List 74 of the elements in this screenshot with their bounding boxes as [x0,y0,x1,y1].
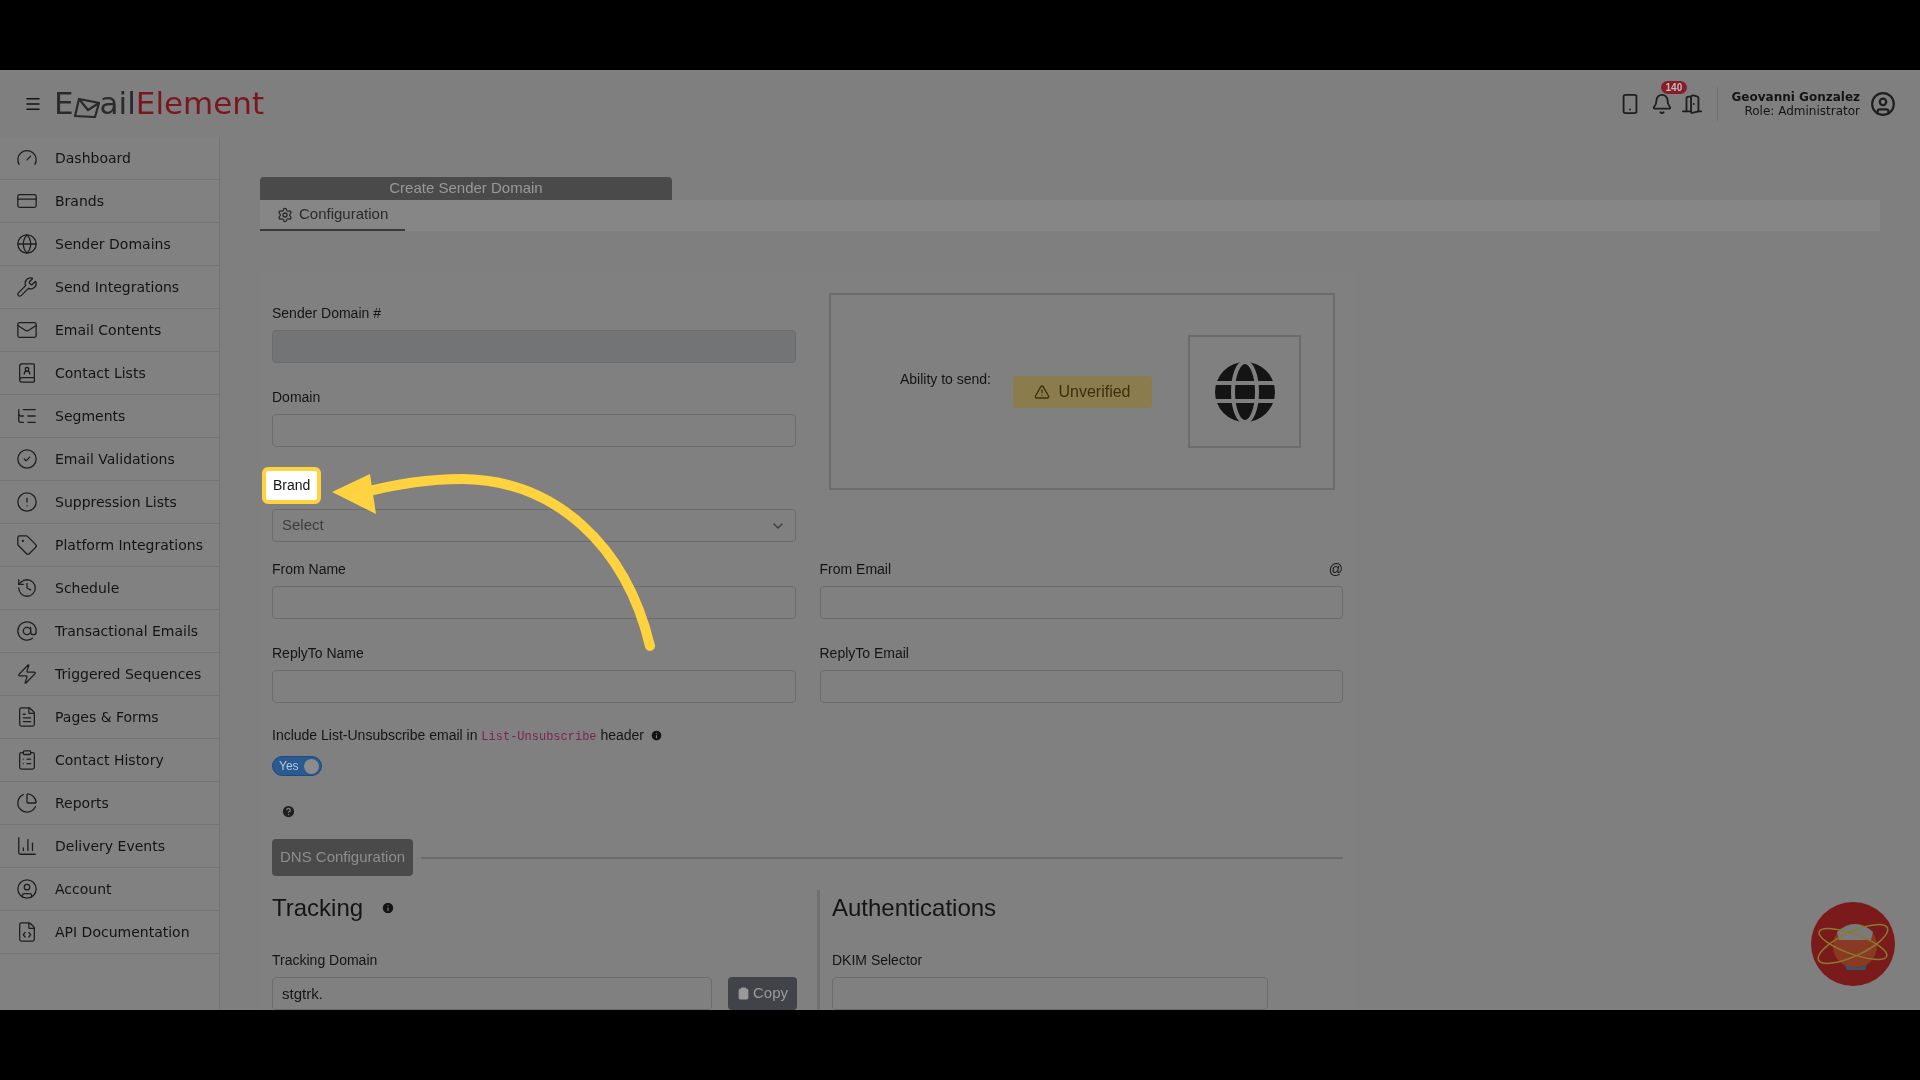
sidebar-item[interactable]: Email Validations [0,438,219,481]
at-sign-icon [16,620,38,642]
chat-avatar[interactable] [1811,902,1895,986]
envelope-icon [16,319,38,341]
status-label: Ability to send: [899,370,991,389]
logo[interactable]: E ailElement [54,88,265,119]
sidebar-item[interactable]: Delivery Events [0,825,219,868]
sidebar-item[interactable]: API Documentation [0,911,219,954]
dkim-selector-field[interactable] [832,977,1268,1010]
wrench-icon [16,276,38,298]
clipboard-icon [737,987,750,1000]
contact-book-icon [16,362,38,384]
tag-icon [16,534,38,556]
user-circle-icon [16,878,38,900]
sidebar-item[interactable]: Schedule [0,567,219,610]
copy-button[interactable]: Copy [728,977,797,1010]
warning-icon [1034,383,1051,400]
at-sign: @ [1328,560,1343,579]
sidebar-item[interactable]: Transactional Emails [0,610,219,653]
dns-configuration-button[interactable]: DNS Configuration [272,839,414,876]
from-name-field[interactable] [272,586,796,619]
field-label: Sender Domain # [272,304,381,323]
section-title: Tracking [272,893,364,923]
bar-chart-icon [16,835,38,857]
sidebar-item[interactable]: Send Integrations [0,266,219,309]
history-icon [16,577,38,599]
lightning-icon [16,663,38,685]
toggle-switch[interactable]: Yes [272,756,322,776]
user-name: Geovanni Gonzalez [1731,89,1860,104]
user-role: Role: Administrator [1744,103,1860,118]
sidebar-item[interactable]: Platform Integrations [0,524,219,567]
field-label: Domain [272,388,321,407]
sidebar-item[interactable]: Sender Domains [0,223,219,266]
section-title: Authentications [832,893,998,923]
alert-circle-icon [16,491,38,513]
page-title-bar: Create Sender Domain [260,177,672,201]
unsubscribe-text: Include List-Unsubscribe email in List-Unsubscribe header [272,726,645,746]
field-label: ReplyTo Email [819,644,909,663]
sidebar-item[interactable]: Contact Lists [0,352,219,395]
info-icon [650,729,664,742]
clipboard-icon [16,749,38,771]
field-label: Brand [262,467,322,504]
field-label: From Name [272,560,346,579]
check-circle-icon [16,448,38,470]
pie-chart-icon [16,792,38,814]
globe-icon [16,233,38,255]
document-icon [16,921,38,943]
notification-badge: 140 [1660,80,1688,94]
document-icon [16,706,38,728]
sidebar-item[interactable]: Contact History [0,739,219,782]
tracking-domain-field[interactable]: stgtrk. [272,977,712,1010]
info-icon [381,901,396,915]
sidebar-item[interactable]: Email Contents [0,309,219,352]
sidebar-item[interactable]: Brands [0,180,219,223]
status-badge: Unverified [1013,375,1152,408]
brand-select[interactable]: Select [272,509,796,542]
sidebar-item[interactable]: Dashboard [0,137,219,180]
sidebar-item[interactable]: Pages & Forms [0,696,219,739]
exit-icon[interactable] [1680,92,1703,115]
globe-icon [1212,359,1277,424]
settings-icon [277,206,293,223]
avatar-icon[interactable] [1870,90,1896,117]
tab[interactable]: Configuration [260,200,406,231]
sidebar-item[interactable]: Triggered Sequences [0,653,219,696]
sidebar-item[interactable]: Suppression Lists [0,481,219,524]
sidebar-item[interactable]: Segments [0,395,219,438]
bell-icon[interactable] [1650,92,1673,115]
field-label: ReplyTo Name [272,644,364,663]
sidebar-item[interactable]: Account [0,868,219,911]
sidebar-item[interactable]: Reports [0,782,219,825]
field-label: DKIM Selector [832,951,923,970]
field-label: Tracking Domain [272,951,378,970]
field-label: From Email [819,560,892,579]
help-icon[interactable] [281,804,296,819]
